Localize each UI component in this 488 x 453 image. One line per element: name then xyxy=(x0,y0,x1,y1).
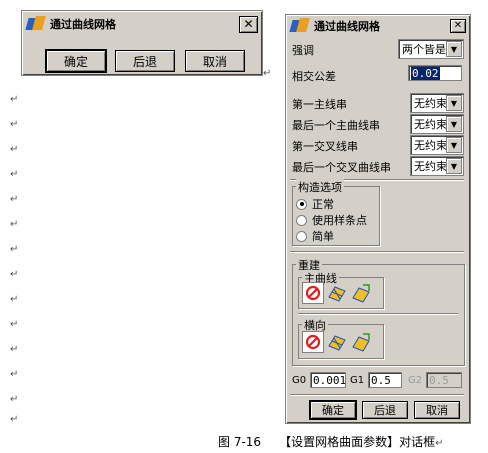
first-primary-value: 无约束 xyxy=(414,97,446,110)
paragraph-mark: ↵ xyxy=(10,194,19,205)
g0-input[interactable]: 0.001 xyxy=(310,372,346,388)
tolerance-input[interactable]: 0.02 xyxy=(408,65,462,81)
paragraph-mark: ↵ xyxy=(10,269,19,280)
close-icon: ✕ xyxy=(243,17,254,31)
radio-selected-icon xyxy=(296,198,307,210)
rebuild-none-button[interactable] xyxy=(302,282,324,304)
emphasis-select[interactable]: 两个皆是 ▼ xyxy=(398,39,464,59)
main-dialog-titlebar: 通过曲线网格 ✕ xyxy=(288,17,468,35)
main-dialog-title: 通过曲线网格 xyxy=(314,20,380,33)
small-dialog-titlebar: 通过曲线网格 ✕ xyxy=(24,13,260,35)
chevron-down-icon: ▼ xyxy=(446,158,462,174)
figure-caption-text: 【设置网格曲面参数】对话框 xyxy=(279,435,436,449)
construction-title: 构造选项 xyxy=(296,179,344,195)
paragraph-mark: ↵ xyxy=(10,294,19,305)
figure-caption: 图 7-16 【设置网格曲面参数】对话框↵ xyxy=(218,433,443,450)
rebuild-tolerance-button[interactable] xyxy=(350,282,372,304)
surface-fit-icon xyxy=(352,333,370,352)
radio-spline-points[interactable]: 使用样条点 xyxy=(296,212,367,228)
g2-input: 0.5 xyxy=(426,372,462,388)
g1-label: G1 xyxy=(350,375,365,386)
radio-normal[interactable]: 正常 xyxy=(296,196,334,212)
chevron-down-icon: ▼ xyxy=(446,41,462,57)
surface-fit-icon xyxy=(352,284,370,303)
tolerance-value: 0.02 xyxy=(411,66,440,80)
surface-grid-icon xyxy=(328,286,346,302)
g2-value: 0.5 xyxy=(429,373,449,387)
paragraph-mark: ↵ xyxy=(263,68,272,79)
rebuild-tolerance-button[interactable] xyxy=(350,331,372,353)
radio-normal-label: 正常 xyxy=(312,198,334,211)
back-button[interactable]: 后退 xyxy=(115,50,175,72)
paragraph-mark: ↵ xyxy=(435,438,444,449)
paragraph-mark: ↵ xyxy=(10,319,19,330)
last-cross-value: 无约束 xyxy=(414,160,446,173)
paragraph-mark: ↵ xyxy=(10,144,19,155)
emphasis-label: 强调 xyxy=(292,44,314,57)
surface-grid-icon xyxy=(328,335,346,351)
g0-value: 0.001 xyxy=(313,373,347,387)
first-primary-label: 第一主线串 xyxy=(292,98,347,111)
rebuild-none-button[interactable] xyxy=(302,331,324,353)
g2-label: G2 xyxy=(408,375,423,386)
ok-button[interactable]: 确定 xyxy=(45,49,107,73)
main-dialog: 通过曲线网格 ✕ 强调 两个皆是 ▼ 相交公差 0.02 第一主线串 无约束 ▼… xyxy=(285,14,471,424)
cancel-button[interactable]: 取消 xyxy=(185,50,245,72)
g1-input[interactable]: 0.5 xyxy=(368,372,402,388)
radio-empty-icon xyxy=(296,214,307,226)
divider xyxy=(298,313,458,315)
last-cross-select[interactable]: 无约束 ▼ xyxy=(410,156,464,176)
last-primary-value: 无约束 xyxy=(414,118,446,131)
divider xyxy=(290,394,464,396)
first-cross-select[interactable]: 无约束 ▼ xyxy=(410,135,464,155)
cancel-button[interactable]: 取消 xyxy=(414,401,460,419)
close-button[interactable]: ✕ xyxy=(450,19,466,33)
rebuild-degree-button[interactable] xyxy=(326,282,348,304)
tolerance-label: 相交公差 xyxy=(292,70,336,83)
paragraph-mark: ↵ xyxy=(10,219,19,230)
figure-number: 图 7-16 xyxy=(218,435,262,449)
radio-spline-points-label: 使用样条点 xyxy=(312,214,367,227)
rebuild-degree-button[interactable] xyxy=(326,331,348,353)
radio-simple[interactable]: 简单 xyxy=(296,228,334,244)
g0-label: G0 xyxy=(292,375,307,386)
app-icon xyxy=(25,16,46,32)
g1-value: 0.5 xyxy=(371,373,391,387)
small-dialog: 通过曲线网格 ✕ 确定 后退 取消 xyxy=(21,10,263,76)
paragraph-mark: ↵ xyxy=(10,169,19,180)
chevron-down-icon: ▼ xyxy=(446,95,462,111)
no-icon xyxy=(305,334,321,350)
radio-simple-label: 简单 xyxy=(312,230,334,243)
last-primary-select[interactable]: 无约束 ▼ xyxy=(410,114,464,134)
back-button[interactable]: 后退 xyxy=(362,401,408,419)
paragraph-mark: ↵ xyxy=(10,414,19,425)
paragraph-mark: ↵ xyxy=(10,119,19,130)
ok-button[interactable]: 确定 xyxy=(309,400,357,420)
chevron-down-icon: ▼ xyxy=(446,116,462,132)
paragraph-mark: ↵ xyxy=(10,394,19,405)
divider xyxy=(290,251,464,253)
small-dialog-title: 通过曲线网格 xyxy=(50,18,116,31)
no-icon xyxy=(305,285,321,301)
first-primary-select[interactable]: 无约束 ▼ xyxy=(410,93,464,113)
radio-empty-icon xyxy=(296,230,307,242)
last-primary-label: 最后一个主曲线串 xyxy=(292,119,380,132)
first-cross-label: 第一交叉线串 xyxy=(292,140,358,153)
close-button[interactable]: ✕ xyxy=(239,15,258,33)
paragraph-mark: ↵ xyxy=(10,369,19,380)
emphasis-value: 两个皆是 xyxy=(402,43,446,56)
first-cross-value: 无约束 xyxy=(414,139,446,152)
paragraph-mark: ↵ xyxy=(10,244,19,255)
app-icon xyxy=(289,18,310,34)
chevron-down-icon: ▼ xyxy=(446,137,462,153)
close-icon: ✕ xyxy=(453,20,463,31)
paragraph-mark: ↵ xyxy=(10,94,19,105)
last-cross-label: 最后一个交叉曲线串 xyxy=(292,161,391,174)
paragraph-mark: ↵ xyxy=(10,344,19,355)
